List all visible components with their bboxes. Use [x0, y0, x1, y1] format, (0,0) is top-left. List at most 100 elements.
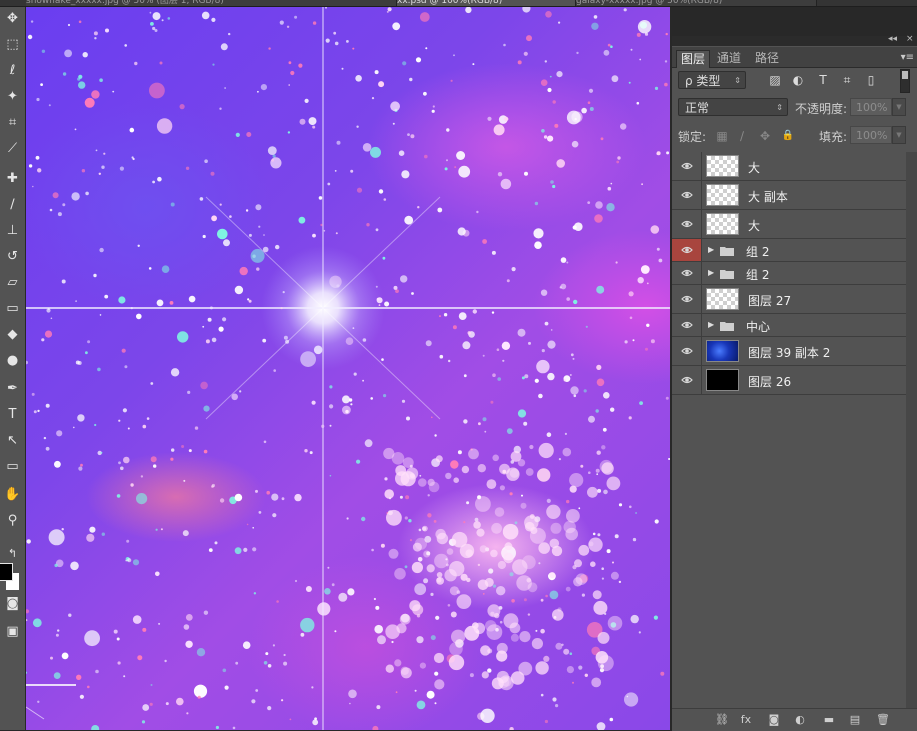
move-tool-icon[interactable]: ✥ [0, 6, 25, 32]
layers-panel-footer: ⛓ fx ◙ ◐ ▬ ▤ 🗑 [672, 708, 917, 731]
blend-mode-value: 正常 [685, 101, 710, 115]
pen-tool-icon[interactable]: ✒ [0, 376, 25, 402]
quick-mask-icon[interactable]: ◙ [0, 591, 25, 617]
opacity-dropdown-icon[interactable]: ▼ [892, 98, 906, 116]
layer-visibility-toggle[interactable] [672, 366, 702, 394]
shape-filter-icon[interactable]: ⌗ [839, 72, 855, 88]
delete-layer-icon[interactable]: 🗑 [875, 712, 891, 728]
shape-tool-icon[interactable]: ▭ [0, 454, 25, 480]
blend-mode-select[interactable]: 正常 ⇕ [678, 98, 788, 116]
lock-pixels-icon[interactable]: ∕ [734, 128, 750, 144]
marquee-tool-icon[interactable]: ⬚ [0, 32, 25, 58]
opacity-input[interactable]: 100% [850, 98, 892, 116]
clone-stamp-tool-icon[interactable]: ⊥ [0, 218, 25, 244]
tab-paths[interactable]: 路径 [751, 50, 783, 67]
layer-visibility-toggle[interactable] [672, 181, 702, 209]
layer-row[interactable]: 图层 39 副本 2 [672, 337, 906, 366]
layer-thumbnail [706, 288, 739, 310]
opacity-label: 不透明度: [795, 102, 848, 116]
eye-icon [681, 295, 693, 303]
lock-position-icon[interactable]: ✥ [757, 128, 773, 144]
layer-visibility-toggle[interactable] [672, 210, 702, 238]
blur-tool-icon[interactable]: ◆ [0, 322, 25, 348]
expand-group-icon[interactable]: ▶ [708, 320, 714, 329]
layer-name[interactable]: 组 2 [746, 266, 769, 283]
path-selection-tool-icon[interactable]: ↖ [0, 428, 25, 454]
layer-visibility-toggle[interactable] [672, 314, 702, 336]
document-tab-1[interactable]: snowflake_xxxxx.jpg @ 50% (图层 1, RGB/8) [26, 0, 397, 6]
tools-panel: ✥ ⬚ ℓ ✦ ⌗ ⟋ ✚ ∕ ⊥ ↺ ▱ ▭ ◆ ● ✒ T ↖ ▭ ✋ ⚲ ↰ ◙ ▣ [0, 7, 26, 730]
fill-dropdown-icon[interactable]: ▼ [892, 126, 906, 144]
healing-brush-tool-icon[interactable]: ✚ [0, 166, 25, 192]
layer-group-row[interactable]: ▶ 中心 [672, 314, 906, 337]
layer-name[interactable]: 图层 26 [748, 373, 791, 390]
layer-name[interactable]: 大 [748, 217, 760, 234]
layer-visibility-toggle[interactable] [672, 285, 702, 313]
lasso-tool-icon[interactable]: ℓ [0, 58, 25, 84]
eye-icon [681, 321, 693, 329]
lock-all-icon[interactable]: 🔒 [780, 128, 796, 144]
document-tab-3[interactable]: galaxy-xxxxx.jpg @ 50%(RGB/8) [576, 0, 817, 6]
document-canvas[interactable] [26, 7, 670, 730]
layer-visibility-toggle[interactable] [672, 152, 702, 180]
layer-row[interactable]: 大 [672, 210, 906, 239]
layer-name[interactable]: 大 副本 [748, 188, 788, 205]
collapse-panel-icon[interactable]: ◂◂ [888, 34, 897, 44]
history-brush-tool-icon[interactable]: ↺ [0, 244, 25, 270]
expand-group-icon[interactable]: ▶ [708, 268, 714, 277]
fill-input[interactable]: 100% [850, 126, 892, 144]
layer-visibility-toggle[interactable] [672, 262, 702, 284]
layer-name[interactable]: 图层 39 副本 2 [748, 344, 830, 361]
adjustment-layer-icon[interactable]: ◐ [792, 712, 808, 728]
image-filter-icon[interactable]: ▨ [767, 72, 783, 88]
layer-row[interactable]: 图层 27 [672, 285, 906, 314]
eye-icon [681, 269, 693, 277]
screen-mode-icon[interactable]: ▣ [0, 619, 25, 645]
panel-menu-icon[interactable]: ▾≡ [901, 52, 914, 63]
close-panel-icon[interactable]: × [906, 34, 914, 44]
tab-layers[interactable]: 图层 [676, 50, 711, 68]
zoom-tool-icon[interactable]: ⚲ [0, 508, 25, 534]
magic-wand-tool-icon[interactable]: ✦ [0, 84, 25, 110]
eyedropper-tool-icon[interactable]: ⟋ [0, 136, 25, 162]
filter-toggle[interactable] [900, 69, 910, 93]
crop-tool-icon[interactable]: ⌗ [0, 110, 25, 136]
layer-row[interactable]: 大 副本 [672, 181, 906, 210]
layer-name[interactable]: 大 [748, 159, 760, 176]
layer-visibility-toggle[interactable] [672, 239, 702, 261]
document-tab-bar: snowflake_xxxxx.jpg @ 50% (图层 1, RGB/8) … [0, 0, 917, 7]
foreground-color-swatch[interactable] [0, 563, 13, 581]
layer-name[interactable]: 图层 27 [748, 292, 791, 309]
smart-object-filter-icon[interactable]: ▯ [863, 72, 879, 88]
adjustment-filter-icon[interactable]: ◐ [790, 72, 806, 88]
tab-channels[interactable]: 通道 [713, 50, 745, 67]
layers-scrollbar[interactable] [906, 152, 917, 712]
layer-visibility-toggle[interactable] [672, 337, 702, 365]
lock-transparency-icon[interactable]: ▦ [714, 128, 730, 144]
layer-thumbnail [706, 340, 739, 362]
layer-style-icon[interactable]: fx [738, 712, 754, 728]
layer-row[interactable]: 图层 26 [672, 366, 906, 395]
document-tab-2[interactable]: xx.psd @ 100%(RGB/8) [397, 0, 576, 6]
dodge-tool-icon[interactable]: ● [0, 348, 25, 374]
layer-group-row[interactable]: ▶ 组 2 [672, 239, 906, 262]
panel-title-bar[interactable]: ◂◂ × [672, 34, 917, 46]
layer-name[interactable]: 中心 [746, 318, 770, 335]
folder-icon [720, 246, 734, 256]
expand-group-icon[interactable]: ▶ [708, 245, 714, 254]
new-group-icon[interactable]: ▬ [821, 712, 837, 728]
hand-tool-icon[interactable]: ✋ [0, 482, 25, 508]
gradient-tool-icon[interactable]: ▭ [0, 296, 25, 322]
brush-tool-icon[interactable]: ∕ [0, 192, 25, 218]
add-mask-icon[interactable]: ◙ [766, 712, 782, 728]
layer-name[interactable]: 组 2 [746, 243, 769, 260]
type-filter-icon[interactable]: T [815, 72, 831, 88]
new-layer-icon[interactable]: ▤ [847, 712, 863, 728]
layer-group-row[interactable]: ▶ 组 2 [672, 262, 906, 285]
type-tool-icon[interactable]: T [0, 402, 25, 428]
layer-row[interactable]: 大 [672, 152, 906, 181]
layer-filter-select[interactable]: ρ 类型 ⇕ [678, 71, 746, 89]
fill-label: 填充: [819, 130, 848, 144]
link-layers-icon[interactable]: ⛓ [714, 712, 730, 728]
eraser-tool-icon[interactable]: ▱ [0, 270, 25, 296]
